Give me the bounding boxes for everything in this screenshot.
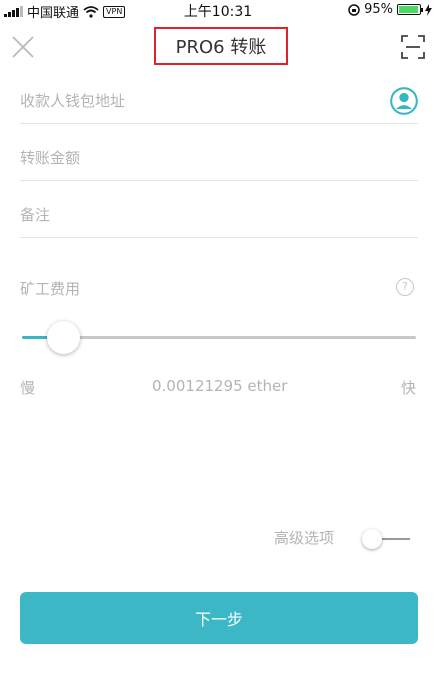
note-field [20, 201, 418, 238]
rotation-lock-icon [348, 3, 360, 16]
next-step-button[interactable]: 下一步 [20, 592, 418, 644]
fee-value: 0.00121295 ether [152, 377, 288, 395]
note-input[interactable] [20, 203, 360, 227]
toggle-knob[interactable] [362, 529, 382, 549]
slider-thumb[interactable] [47, 321, 80, 354]
amount-input[interactable] [20, 146, 360, 170]
amount-field [20, 144, 418, 181]
nav-bar: PRO6 转账 [0, 22, 436, 72]
advanced-options-toggle[interactable] [362, 528, 410, 550]
contact-icon[interactable] [390, 87, 418, 115]
next-step-label: 下一步 [194, 610, 243, 629]
battery-percent: 95% [364, 2, 393, 17]
recipient-address-input[interactable] [20, 89, 360, 113]
charging-icon [425, 3, 432, 16]
close-icon[interactable] [10, 34, 36, 60]
fee-label: 矿工费用 [20, 280, 81, 298]
fee-slider[interactable] [22, 320, 416, 356]
help-icon[interactable]: ? [396, 278, 414, 296]
advanced-options-label: 高级选项 [274, 529, 335, 547]
status-bar: 中国联通 VPN 上午10:31 95% [0, 0, 436, 22]
fast-label: 快 [400, 379, 416, 397]
page-title-text: PRO6 转账 [175, 37, 267, 58]
recipient-address-field [20, 87, 418, 124]
slider-track [22, 336, 416, 339]
slow-label: 慢 [20, 379, 36, 397]
page-title: PRO6 转账 [154, 27, 288, 65]
scan-icon[interactable] [400, 34, 426, 60]
status-right: 95% [348, 2, 432, 17]
battery-icon [397, 4, 423, 15]
